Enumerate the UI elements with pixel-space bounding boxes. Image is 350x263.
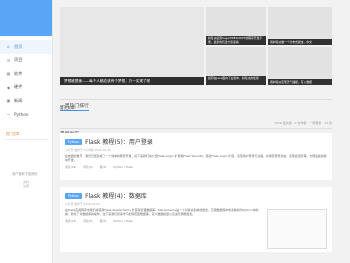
- post-summary: 在前面的章节，我们已经完成了一个简单的网页开发，接下来我们将介绍Flask-Lo…: [65, 154, 327, 163]
- post-tags[interactable]: Python / Flask: [113, 165, 133, 169]
- hot-articles-block: [4, 139, 48, 161]
- home-icon: ⌂: [7, 44, 10, 50]
- featured-caption: 梦想被提速——每个人都应该有个梦想，万一实现了呢: [60, 77, 204, 85]
- views-count: 浏览(22): [65, 219, 77, 224]
- sidebar-item-label: Python: [14, 111, 29, 117]
- featured-tile[interactable]: 如何在Java面向下业者中，树莓派的使用: [206, 47, 266, 85]
- views-count: 浏览(19): [65, 165, 77, 170]
- site-logo[interactable]: [0, 0, 52, 36]
- sidebar-item-news[interactable]: ▣ 新闻: [0, 94, 52, 108]
- featured-tile-caption: 用树莓派实现天气播报，写入数据: [268, 79, 332, 85]
- post-card[interactable]: Python Flask 教程(4)：数据库 小灯泡 发布于 2018-04-0…: [60, 187, 332, 252]
- hot-articles-title: 热门文章: [6, 132, 20, 136]
- sidebar-item-label: 新闻: [14, 97, 23, 103]
- list-icon: ☰: [6, 57, 11, 63]
- download-widget-title: 用户最新下载资料: [12, 172, 38, 176]
- likes-count[interactable]: 赞(0): [100, 219, 107, 223]
- tag-icon: ◆: [6, 84, 11, 90]
- post-title[interactable]: Flask 教程(4)：数据库: [85, 191, 147, 200]
- sidebar-item-label: 硬件: [14, 84, 23, 90]
- sidebar-item-software[interactable]: ▦ 软件: [0, 67, 52, 81]
- post-meta: 小灯泡 发布于 2小时前 2018-04-10: [65, 148, 111, 152]
- featured-tile-caption: 树莓派使用SugarPRESCRIPT的程序开发不便，最新的玩法大家来看: [206, 36, 266, 45]
- hot-ranking-header: 一周热门排行: [60, 92, 332, 111]
- folder-icon: ▣: [6, 98, 11, 104]
- category-badge[interactable]: Python: [65, 138, 83, 145]
- featured-tile-caption: 用树莓派做一个分布式爬虫，中文: [268, 39, 332, 45]
- widget-link[interactable]: 注册: [23, 184, 29, 188]
- post-stats: 浏览(19) 评论(0) 赞(0) Python / Flask: [65, 165, 327, 169]
- featured-tile[interactable]: 用树莓派实现天气播报，写入数据: [268, 47, 332, 85]
- post-tags[interactable]: Python / Flask: [113, 219, 133, 223]
- post-thumbnail[interactable]: [267, 209, 327, 249]
- post-card[interactable]: Python Flask 教程(5)：用户登录 小灯泡 发布于 2小时前 201…: [60, 133, 332, 180]
- post-title[interactable]: Flask 教程(5)：用户登录: [85, 137, 153, 146]
- hot-empty-message: 暂无文章!: [60, 106, 76, 110]
- category-badge[interactable]: Python: [65, 192, 83, 199]
- sidebar-item-label: 软件: [14, 70, 23, 76]
- sidebar-item-hardware[interactable]: ◆ 硬件: [0, 81, 52, 95]
- site-stats: 2478 篇文章 · 3 位作者 · 一周更新 · 13 篇: [274, 121, 332, 125]
- latest-header: 最新发布 2478 篇文章 · 3 位作者 · 一周更新 · 13 篇: [60, 120, 332, 139]
- featured-tile[interactable]: 树莓派使用SugarPRESCRIPT的程序开发不便，最新的玩法大家来看: [206, 7, 266, 45]
- grid-icon: ▦: [6, 71, 11, 77]
- featured-main[interactable]: 梦想被提速——每个人都应该有个梦想，万一实现了呢: [60, 7, 204, 85]
- sidebar-item-label: 首页: [14, 43, 23, 49]
- sidebar-nav: ⌂ 首页 ☰ 项目 ▦ 软件 ◆ 硬件 ▣ 新闻 ~ Python: [0, 36, 52, 121]
- featured-tile-caption: 如何在Java面向下业者中，树莓派的使用: [206, 76, 266, 85]
- featured-slider: 梦想被提速——每个人都应该有个梦想，万一实现了呢 树莓派使用SugarPRESC…: [60, 7, 332, 85]
- sidebar: ⌂ 首页 ☰ 项目 ▦ 软件 ◆ 硬件 ▣ 新闻 ~ Python 热门文章 用…: [0, 0, 53, 263]
- likes-count[interactable]: 赞(0): [100, 165, 107, 169]
- sidebar-item-home[interactable]: ⌂ 首页: [0, 40, 52, 54]
- comments-count[interactable]: 评论(0): [83, 165, 93, 169]
- main-content: 梦想被提速——每个人都应该有个梦想，万一实现了呢 树莓派使用SugarPRESC…: [53, 0, 350, 263]
- sidebar-item-python[interactable]: ~ Python: [0, 108, 52, 122]
- post-summary: 在Flask应用程序中我们将使用Flask-SQLAlchemy 扩展来管理数据…: [65, 208, 259, 217]
- sidebar-item-projects[interactable]: ☰ 项目: [0, 54, 52, 68]
- download-widget-links: 资料 注册: [0, 180, 52, 188]
- python-icon: ~: [6, 111, 11, 117]
- sidebar-item-label: 项目: [14, 57, 23, 63]
- comments-count[interactable]: 评论(0): [83, 219, 93, 223]
- featured-tile[interactable]: 用树莓派做一个分布式爬虫，中文: [268, 7, 332, 45]
- post-stats: 浏览(22) 评论(0) 赞(0) Python / Flask: [65, 219, 259, 223]
